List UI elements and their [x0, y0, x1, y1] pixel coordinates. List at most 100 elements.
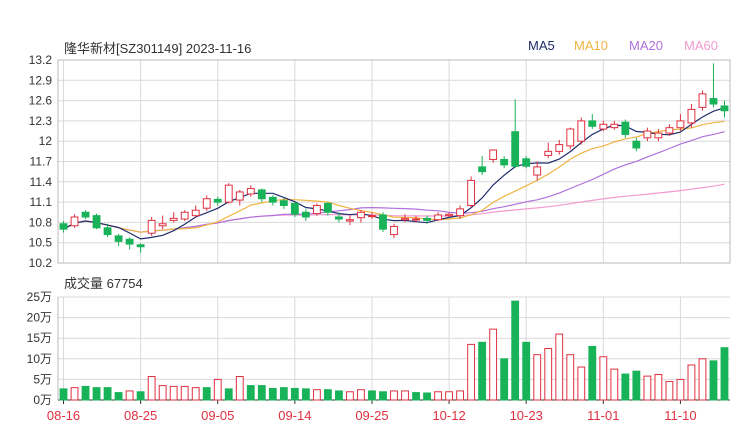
volume-bar — [103, 387, 112, 401]
volume-bar — [654, 373, 663, 401]
candle-body — [621, 121, 630, 135]
candle-body — [279, 200, 288, 206]
volume-tick-label: 5万 — [33, 372, 52, 386]
volume-bar — [202, 387, 211, 401]
volume-bar — [235, 376, 244, 401]
candle-body — [257, 189, 266, 200]
candle — [346, 215, 354, 226]
volume-bar — [577, 366, 586, 401]
candle-body — [125, 238, 134, 245]
candle-body — [676, 120, 685, 129]
candle-body — [687, 108, 696, 124]
volume-bar — [588, 345, 597, 401]
candle-body — [92, 215, 101, 229]
price-tick-label: 11.7 — [30, 155, 53, 169]
candle — [180, 210, 189, 222]
candle-body — [81, 211, 90, 218]
price-tick-label: 12.9 — [29, 73, 53, 87]
legend-ma20: MA20 — [629, 38, 663, 53]
candle-body — [500, 158, 509, 166]
volume-bar — [533, 354, 542, 401]
candle-body — [489, 149, 498, 160]
price-tick-label: 12.3 — [29, 114, 53, 128]
volume-bar — [92, 387, 101, 401]
candle-body — [103, 227, 112, 236]
x-tick-label: 09-25 — [355, 408, 388, 423]
candle — [698, 90, 707, 111]
volume-bar — [621, 373, 630, 401]
candle-body — [412, 218, 420, 221]
candle-body — [588, 120, 597, 127]
volume-bar — [566, 354, 575, 401]
candle — [268, 195, 277, 206]
candle-body — [224, 184, 233, 203]
volume-bar — [544, 348, 553, 401]
candle — [566, 127, 575, 150]
legend-ma60: MA60 — [684, 38, 718, 53]
candle — [533, 161, 542, 181]
volume-bar — [301, 388, 310, 401]
candle — [522, 156, 531, 169]
candle — [610, 120, 619, 130]
candle — [224, 183, 233, 204]
volume-bar — [445, 391, 453, 401]
candle-body — [202, 198, 211, 209]
candle-body — [478, 166, 487, 173]
candle-body — [346, 219, 354, 222]
candle — [434, 212, 442, 222]
candle-body — [467, 179, 476, 206]
candle-body — [643, 130, 652, 139]
volume-bar — [158, 385, 167, 401]
volume-bar — [676, 378, 685, 401]
volume-bar — [114, 392, 123, 401]
volume-bar — [423, 392, 431, 401]
price-tick-label: 11.4 — [30, 175, 53, 189]
candle — [290, 202, 299, 217]
candle-body — [698, 93, 707, 108]
candle-body — [180, 211, 189, 220]
volume-bar — [555, 333, 564, 401]
candle — [643, 127, 652, 142]
candle — [191, 205, 200, 217]
chart-title: 隆华新材[SZ301149] 2023-11-16 — [64, 41, 252, 56]
volume-bar — [59, 388, 68, 401]
candle-body — [544, 150, 553, 156]
volume-bar — [279, 387, 288, 401]
price-tick-label: 10.5 — [29, 236, 53, 250]
price-tick-label: 12.6 — [29, 94, 53, 108]
candle-body — [456, 208, 465, 217]
candle — [136, 243, 145, 253]
candle — [147, 216, 156, 236]
volume-bar — [136, 391, 145, 401]
candle — [202, 195, 211, 211]
candle — [235, 189, 244, 206]
volume-bar — [346, 391, 354, 401]
candle — [709, 63, 718, 108]
volume-bar — [632, 370, 641, 401]
volume-bar — [434, 391, 442, 401]
candle — [577, 117, 586, 145]
price-tick-label: 12 — [39, 134, 53, 148]
x-tick-label: 11-01 — [587, 408, 619, 423]
candle-body — [136, 244, 145, 248]
candle-body — [191, 209, 200, 217]
candle — [81, 210, 90, 220]
volume-tick-label: 25万 — [27, 290, 52, 304]
candle-body — [720, 105, 729, 112]
candle-body — [114, 235, 123, 242]
volume-bar — [246, 385, 255, 401]
candle-body — [335, 216, 343, 220]
volume-bar — [357, 389, 365, 401]
candle-body — [522, 158, 531, 167]
candle-body — [511, 131, 520, 167]
legend-ma5: MA5 — [528, 38, 555, 53]
volume-bar — [489, 328, 498, 401]
volume-bar — [268, 387, 277, 401]
legend-ma10: MA10 — [574, 38, 608, 53]
candle-body — [290, 202, 299, 215]
candle — [489, 149, 498, 163]
volume-bar — [191, 387, 200, 401]
candle-body — [235, 191, 244, 201]
candle — [467, 176, 476, 208]
volume-bar — [125, 390, 134, 401]
